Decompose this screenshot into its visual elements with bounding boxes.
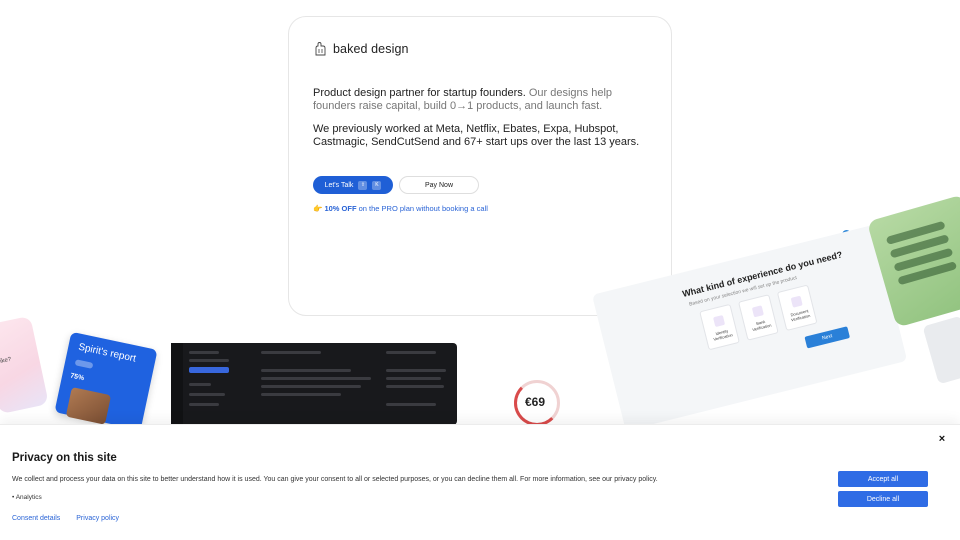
privacy-links: Consent details Privacy policy — [12, 515, 119, 522]
spirit-chip — [74, 359, 94, 369]
onboarding-question: What kind of experience do you need? — [681, 249, 844, 299]
price-amount: €69 — [525, 395, 546, 409]
accept-all-button[interactable]: Accept all — [838, 471, 928, 487]
id-icon — [713, 314, 726, 328]
close-icon[interactable]: × — [936, 433, 948, 445]
privacy-policy-link[interactable]: Privacy policy — [76, 515, 119, 522]
document-icon — [790, 295, 803, 308]
page: baked design Product design partner for … — [0, 0, 960, 540]
pricing-phone-screenshot: €69 — [492, 350, 584, 430]
consent-details-link[interactable]: Consent details — [12, 515, 60, 522]
app-bar — [189, 403, 219, 406]
gray-app-card — [922, 315, 960, 385]
app-bar — [189, 393, 225, 396]
option-card: Identity Verification — [699, 303, 740, 351]
dark-inbox-app-screenshot — [171, 343, 457, 425]
bank-icon — [751, 305, 764, 318]
spirit-percent: 75% — [69, 372, 85, 383]
decline-all-button[interactable]: Decline all — [838, 491, 928, 507]
app-bar — [386, 385, 444, 388]
app-sidebar — [171, 343, 183, 425]
clients-paragraph: We previously worked at Meta, Netflix, E… — [313, 123, 640, 148]
pink-card-text: bike? — [0, 356, 12, 366]
pay-now-button[interactable]: Pay Now — [399, 176, 479, 194]
brand-name: baked design — [333, 42, 409, 56]
privacy-banner: × Privacy on this site We collect and pr… — [0, 424, 960, 540]
app-bar — [189, 383, 211, 386]
app-bar — [189, 359, 229, 362]
app-bar — [261, 377, 371, 380]
onboarding-next-button: Next — [804, 326, 851, 349]
app-bar — [386, 369, 446, 372]
app-bar — [261, 369, 351, 372]
option-label: Document Verification — [790, 308, 811, 323]
app-compose-button — [189, 367, 229, 373]
k-key-icon: K — [372, 180, 382, 190]
cta-row: Let's Talk ⇧ K Pay Now — [313, 176, 479, 194]
intro-paragraph: Product design partner for startup found… — [313, 87, 653, 113]
option-card: Document Verification — [776, 284, 818, 332]
app-bar — [386, 403, 436, 406]
intro-main: Product design partner for startup found… — [313, 87, 526, 99]
app-bar — [261, 351, 321, 354]
app-bar — [261, 393, 341, 396]
purpose-analytics: • Analytics — [12, 494, 42, 501]
option-label: Bank Verification — [751, 318, 772, 333]
app-bar — [261, 385, 361, 388]
spirit-report-card: Spirit's report 75% — [54, 331, 158, 431]
shift-key-icon: ⇧ — [358, 180, 368, 190]
baked-hand-icon — [315, 42, 326, 56]
privacy-title: Privacy on this site — [12, 452, 117, 464]
option-card: Bank Verification — [738, 294, 779, 341]
spirit-photo — [65, 387, 112, 425]
lets-talk-button[interactable]: Let's Talk ⇧ K — [313, 176, 393, 194]
option-label: Identity Verification — [712, 328, 734, 342]
privacy-description: We collect and process your data on this… — [12, 476, 658, 483]
app-bar — [386, 377, 441, 380]
pink-app-card: bike? — [0, 315, 49, 415]
brand[interactable]: baked design — [313, 41, 409, 57]
app-bar — [386, 351, 436, 354]
lets-talk-label: Let's Talk — [324, 181, 354, 189]
price-ring: €69 — [514, 380, 560, 426]
portfolio-collage: bike? Spirit's report 75% €69 What kind … — [0, 194, 960, 431]
onboarding-screenshot: What kind of experience do you need? Bas… — [592, 224, 908, 431]
app-bar — [189, 351, 219, 354]
